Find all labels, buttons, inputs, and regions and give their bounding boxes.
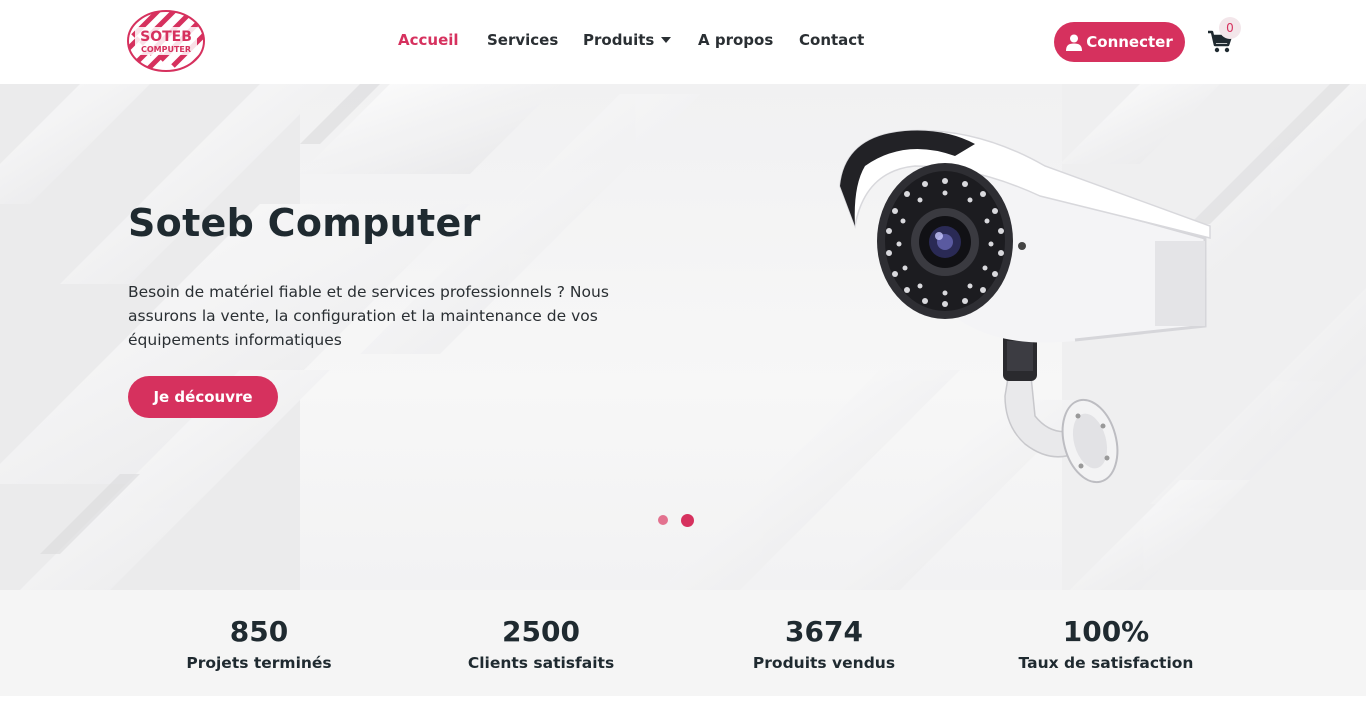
hero-slider: Soteb Computer Besoin de matériel fiable…	[0, 84, 1366, 590]
nav-accueil[interactable]: Accueil	[398, 31, 459, 49]
security-camera-image	[839, 129, 1211, 484]
hero-description: Besoin de matériel fiable et de services…	[128, 283, 609, 349]
stat-label: Produits vendus	[752, 654, 896, 672]
site-header: SOTEB COMPUTER Accueil Services Produits…	[0, 0, 1366, 84]
stat-item: 850 Projets terminés	[129, 614, 389, 672]
nav-produits[interactable]: Produits	[583, 31, 672, 49]
stat-label: Projets terminés	[186, 654, 332, 672]
user-icon	[1066, 34, 1083, 51]
stat-value: 3674	[785, 615, 863, 648]
connect-button[interactable]: Connecter	[1054, 22, 1185, 62]
slider-dot-1[interactable]	[658, 515, 668, 525]
nav-produits-label: Produits	[583, 31, 655, 49]
stat-item: 100% Taux de satisfaction	[976, 614, 1236, 672]
nav-a-propos[interactable]: A propos	[698, 31, 773, 49]
slider-dot-2-active[interactable]	[681, 514, 694, 527]
chevron-down-icon	[661, 37, 672, 43]
stat-value: 850	[229, 615, 289, 648]
connect-label: Connecter	[1086, 33, 1173, 51]
nav-contact[interactable]: Contact	[799, 31, 864, 49]
stat-label: Taux de satisfaction	[1018, 654, 1194, 672]
stats-section: 850 Projets terminés 2500 Clients satisf…	[0, 590, 1366, 696]
stat-value: 2500	[502, 615, 580, 648]
svg-text:SOTEB: SOTEB	[140, 29, 192, 45]
stat-label: Clients satisfaits	[467, 654, 615, 672]
svg-text:COMPUTER: COMPUTER	[141, 45, 191, 54]
nav-services[interactable]: Services	[487, 31, 558, 49]
hero-title: Soteb Computer	[128, 201, 481, 245]
discover-button[interactable]: Je découvre	[128, 376, 278, 418]
cart-count-badge: 0	[1219, 17, 1241, 39]
stat-item: 3674 Produits vendus	[694, 614, 954, 672]
soteb-logo[interactable]: SOTEB COMPUTER	[127, 10, 205, 72]
stat-item: 2500 Clients satisfaits	[411, 614, 671, 672]
stat-value: 100%	[1062, 615, 1150, 648]
